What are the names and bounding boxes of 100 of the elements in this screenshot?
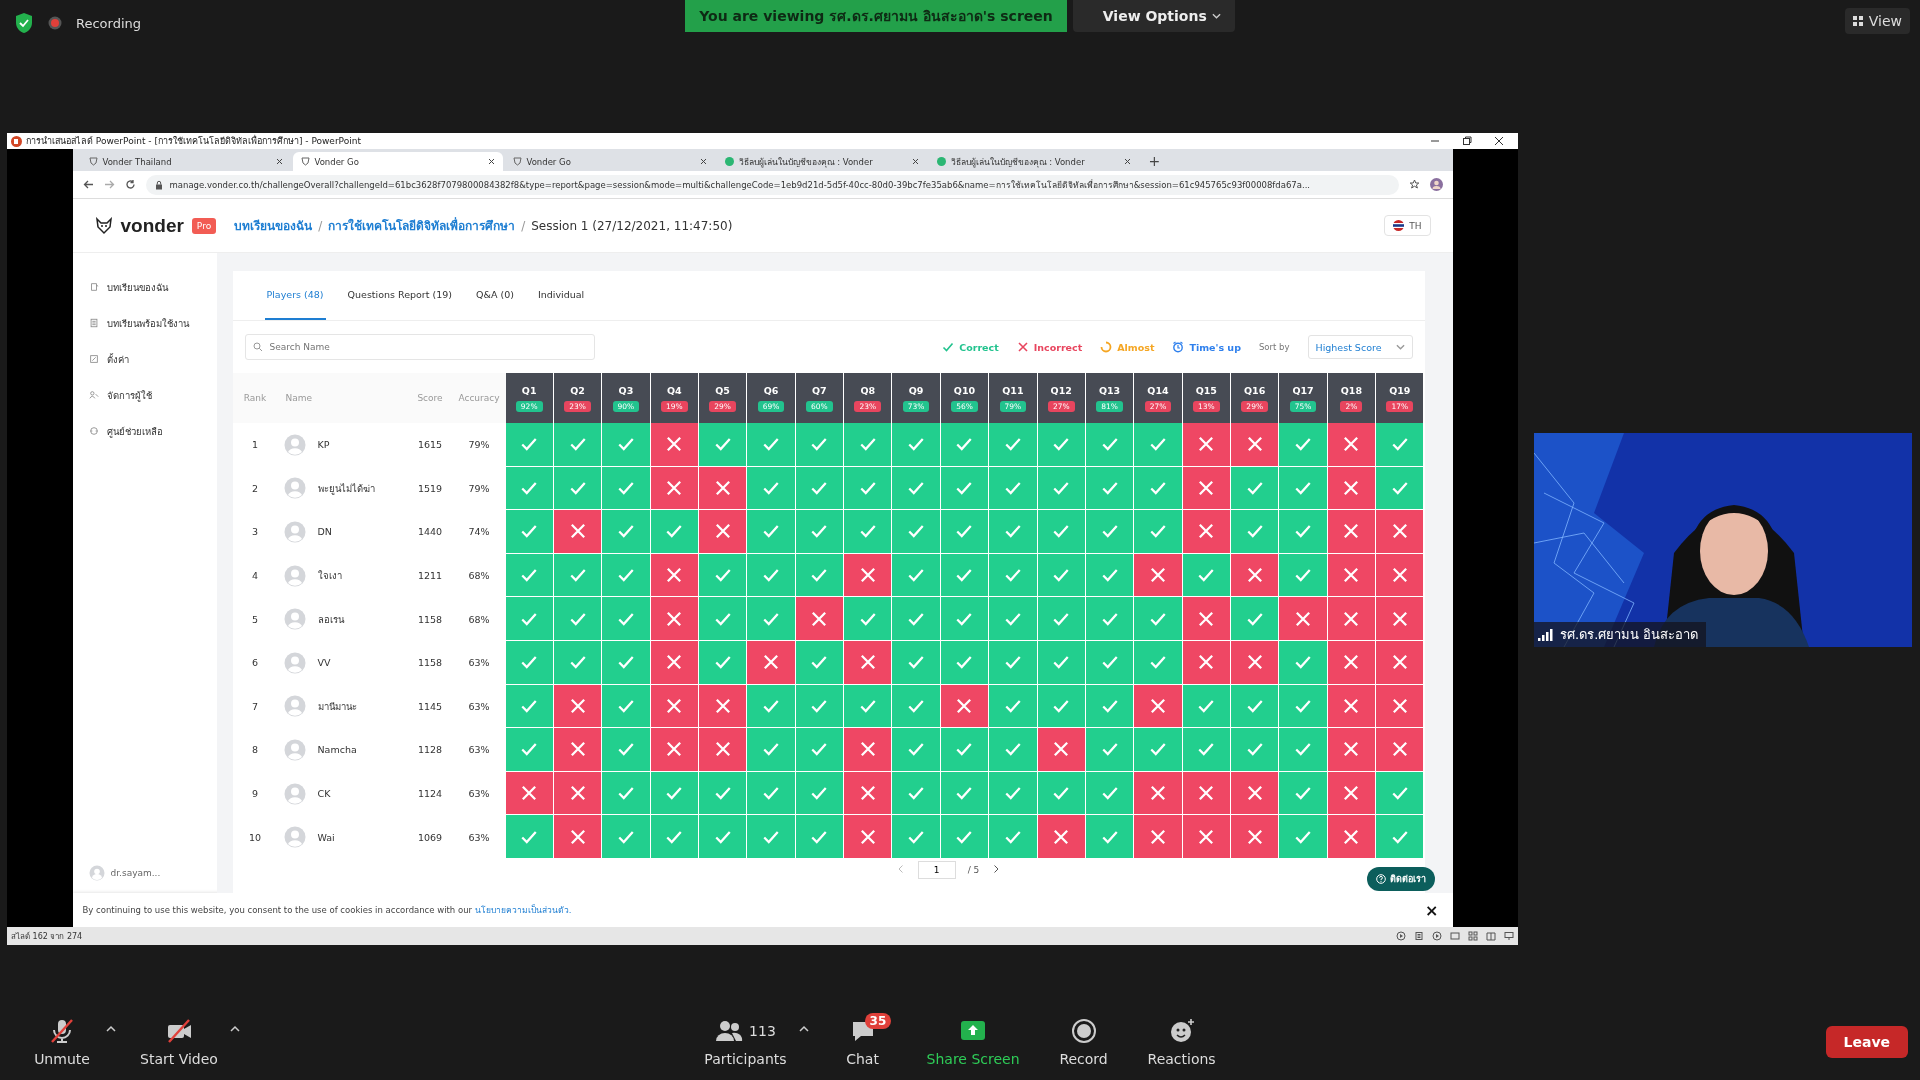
- accuracy-cell-text: 74%: [467, 525, 491, 540]
- menu-item-icon: [88, 426, 99, 436]
- browser-tab[interactable]: Vonder Go: [292, 152, 503, 171]
- close-icon[interactable]: [699, 158, 707, 165]
- cross-icon: [1390, 653, 1409, 672]
- rank-cell-text: 5: [250, 612, 259, 627]
- cross-icon: [665, 609, 684, 628]
- close-icon[interactable]: [1123, 158, 1131, 165]
- toolbar-button[interactable]: Unmute: [20, 1017, 104, 1067]
- browser-tab[interactable]: Vonder Thailand: [80, 152, 291, 171]
- recording-label: Recording: [76, 15, 142, 31]
- breadcrumb-link[interactable]: การใช้เทคโนโลยีดิจิทัลเพื่อการศึกษา: [328, 216, 516, 235]
- shield-icon[interactable]: [14, 12, 34, 34]
- cross-icon: [665, 740, 684, 759]
- rank-cell-text: 2: [250, 481, 259, 496]
- breadcrumb-link[interactable]: บทเรียนของฉัน: [234, 216, 313, 235]
- page-field[interactable]: 1: [917, 860, 956, 879]
- cross-icon: [665, 435, 684, 454]
- sidebar-item[interactable]: จัดการผู้ใช้: [88, 377, 217, 413]
- address-bar[interactable]: manage.vonder.co.th/challengeOverall?challengeId=61bc3628f7079800084382f8&type=report&page=session&mode=multi&challengeCode=1eb9d21d-5d5f-40cc-80d0-39bc7fe35ab6&name=การใช้เทคโนโลยีดิจิทัลเพื่อการศึกษา&session=61c945765c93f00008fda67a...: [145, 174, 1399, 195]
- search-field[interactable]: Search Name: [244, 334, 595, 360]
- reload-icon[interactable]: [124, 179, 136, 190]
- cross-icon: [1342, 827, 1361, 846]
- star-icon[interactable]: [1408, 179, 1420, 190]
- cross-icon: [713, 740, 732, 759]
- tab[interactable]: Questions Report (19): [345, 271, 455, 320]
- language-selector[interactable]: TH: [1384, 215, 1431, 236]
- sharing-banner: You are viewing รศ.ดร.ศยามน อินสะอาด's screen: [685, 0, 1067, 32]
- play-icon[interactable]: [1396, 931, 1406, 941]
- sort-dropdown[interactable]: Highest Score: [1307, 335, 1413, 359]
- participant-name: รศ.ดร.ศยามน อินสะอาด: [1560, 626, 1699, 644]
- menu-item-icon: [88, 282, 99, 292]
- close-button[interactable]: ×: [1421, 900, 1443, 920]
- shield-icon: [88, 157, 98, 166]
- user-name[interactable]: dr.sayam...: [110, 868, 161, 878]
- cross-icon: [1390, 609, 1409, 628]
- play-icon[interactable]: [1432, 931, 1442, 941]
- sidebar-item[interactable]: ตั้งค่า: [88, 341, 217, 377]
- sort-label: Sort by: [1258, 342, 1290, 352]
- caret-icon[interactable]: [798, 1025, 809, 1032]
- restore-icon[interactable]: [1462, 136, 1472, 146]
- caret-icon[interactable]: [229, 1025, 240, 1032]
- toolbar-button[interactable]: Share Screen: [916, 1017, 1030, 1067]
- close-icon[interactable]: [911, 158, 919, 165]
- new-tab-button[interactable]: +: [1140, 152, 1169, 171]
- cross-icon: [1197, 522, 1216, 541]
- tab[interactable]: Players (48): [264, 271, 326, 320]
- caret-icon: [1211, 13, 1221, 19]
- cross-icon: [955, 696, 974, 715]
- normal-view-icon[interactable]: [1450, 931, 1460, 941]
- question-icon: [1375, 874, 1386, 884]
- toolbar-button[interactable]: 113 Participants: [694, 1017, 797, 1067]
- leave-button[interactable]: Leave: [1825, 1026, 1908, 1058]
- score-cell-text: 1158: [416, 656, 444, 671]
- close-icon[interactable]: [487, 158, 495, 165]
- book-icon[interactable]: [1486, 931, 1496, 941]
- browser-tab[interactable]: วิธีลบผู้เล่นในบัญชีของคุณ : Vonder: [716, 152, 927, 171]
- sidebar-item[interactable]: ศูนย์ช่วยเหลือ: [88, 413, 217, 449]
- toolbar-button[interactable]: Record: [1041, 1017, 1126, 1067]
- browser-tab[interactable]: Vonder Go: [504, 152, 715, 171]
- accuracy-cell-text: 63%: [467, 656, 491, 671]
- avatar-icon[interactable]: [1429, 178, 1443, 191]
- player-name: CK: [317, 788, 331, 800]
- rank-cell-text: 1: [250, 438, 259, 453]
- rank-cell-text: 7: [250, 699, 259, 714]
- cross-icon: [1197, 478, 1216, 497]
- view-options-button[interactable]: View Options: [1072, 0, 1235, 32]
- rank-cell-text: 10: [247, 830, 263, 845]
- tab[interactable]: Individual: [535, 271, 587, 320]
- contact-button[interactable]: ติดต่อเรา: [1366, 867, 1435, 891]
- avatar-icon: [283, 782, 306, 805]
- menu-icon[interactable]: [1414, 931, 1424, 941]
- cross-icon: [1390, 522, 1409, 541]
- cross-icon: [858, 653, 877, 672]
- browser-tab[interactable]: วิธีลบผู้เล่นในบัญชีของคุณ : Vonder: [928, 152, 1139, 171]
- toolbar-button[interactable]: Reactions: [1137, 1017, 1226, 1067]
- caret-icon[interactable]: [106, 1025, 116, 1032]
- accuracy-cell-text: 63%: [467, 699, 491, 714]
- score-cell-text: 1615: [416, 438, 444, 453]
- sidebar-item[interactable]: บทเรียนพร้อมใช้งาน: [88, 305, 217, 341]
- cross-icon: [568, 784, 587, 803]
- privacy-link[interactable]: นโยบายความเป็นส่วนตัว.: [474, 905, 572, 915]
- cross-icon: [858, 827, 877, 846]
- sidebar-item[interactable]: บทเรียนของฉัน: [88, 269, 217, 305]
- player-name: ใจเงา: [317, 569, 342, 584]
- accuracy-cell-text: 63%: [467, 787, 491, 802]
- close-icon[interactable]: [1494, 136, 1504, 146]
- tab[interactable]: Q&A (0): [474, 271, 516, 320]
- cross-icon: [713, 478, 732, 497]
- slideshow-icon[interactable]: [1504, 931, 1514, 941]
- cross-icon: [1245, 653, 1264, 672]
- close-icon[interactable]: [275, 158, 283, 165]
- cross-icon: [1245, 827, 1264, 846]
- player-name: Namcha: [317, 744, 357, 756]
- cross-icon: [1245, 566, 1264, 585]
- toolbar-button[interactable]: Start Video: [130, 1017, 228, 1067]
- view-button[interactable]: View: [1844, 8, 1910, 34]
- grid-icon[interactable]: [1468, 931, 1478, 941]
- cross-icon: [1197, 784, 1216, 803]
- back-icon[interactable]: [82, 179, 94, 190]
